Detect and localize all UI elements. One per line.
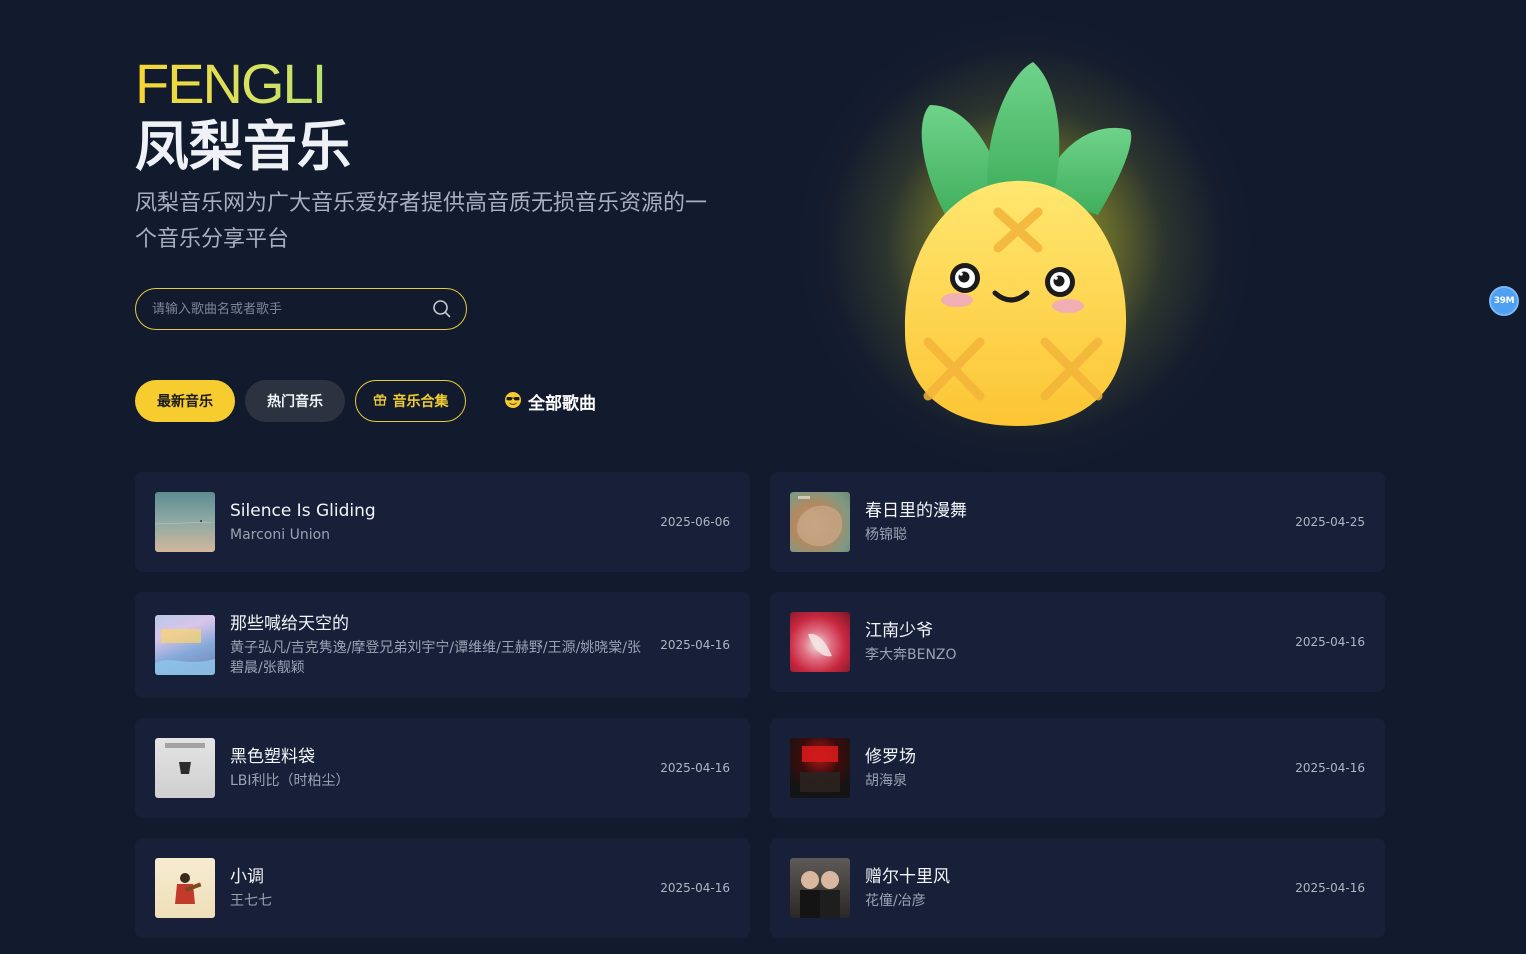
song-artist: 黄子弘凡/吉克隽逸/摩登兄弟刘宇宁/谭维维/王赫野/王源/姚晓棠/张碧晨/张靓颖	[230, 640, 642, 676]
pineapple-mascot	[904, 62, 1132, 426]
song-artist: 王七七	[230, 893, 272, 909]
song-date: 2025-04-16	[660, 761, 730, 775]
site-intro: 凤梨音乐网为广大音乐爱好者提供高音质无损音乐资源的一个音乐分享平台	[135, 191, 708, 252]
song-card[interactable]: 黑色塑料袋 LBI利比（时柏尘） 2025-04-16	[135, 718, 750, 818]
song-card[interactable]: 赠尔十里风 花僮/冶彦 2025-04-16	[770, 838, 1385, 938]
song-date: 2025-04-16	[1295, 881, 1365, 895]
brand-title-cn: 凤梨音乐	[135, 115, 351, 178]
album-cover	[155, 492, 215, 552]
tab-collection-label: 音乐合集	[392, 394, 449, 410]
brand-logo-en: FENGLI	[135, 52, 327, 115]
song-artist: 花僮/冶彦	[865, 893, 926, 909]
song-title: 江南少爷	[865, 621, 933, 641]
gift-icon	[373, 392, 387, 410]
song-date: 2025-04-25	[1295, 515, 1365, 529]
song-artist: 杨锦聪	[865, 527, 907, 543]
song-title: Silence Is Gliding	[230, 501, 376, 521]
song-date: 2025-04-16	[1295, 635, 1365, 649]
song-card[interactable]: 江南少爷 李大奔BENZO 2025-04-16	[770, 592, 1385, 692]
filter-tabs: 最新音乐 热门音乐 音乐合集 全部歌曲	[135, 380, 612, 422]
song-title: 小调	[230, 867, 264, 887]
search-bar	[135, 288, 467, 330]
song-title: 黑色塑料袋	[230, 747, 315, 767]
song-title: 赠尔十里风	[865, 867, 950, 887]
song-artist: Marconi Union	[230, 527, 331, 543]
tab-hot-music[interactable]: 热门音乐	[245, 380, 345, 422]
song-artist: 胡海泉	[865, 773, 907, 789]
song-date: 2025-06-06	[660, 515, 730, 529]
tab-all-songs[interactable]: 全部歌曲	[476, 380, 612, 422]
tab-hot-label: 热门音乐	[267, 394, 323, 410]
album-cover	[155, 858, 215, 918]
song-artist: 李大奔BENZO	[865, 647, 957, 663]
sunglasses-emoji-icon	[504, 391, 522, 412]
song-card[interactable]: 那些喊给天空的 黄子弘凡/吉克隽逸/摩登兄弟刘宇宁/谭维维/王赫野/王源/姚晓棠…	[135, 592, 750, 698]
song-title: 修罗场	[865, 747, 916, 767]
song-card[interactable]: 修罗场 胡海泉 2025-04-16	[770, 718, 1385, 818]
song-card[interactable]: Silence Is Gliding Marconi Union 2025-06…	[135, 472, 750, 572]
page: FENGLI 凤梨音乐 凤梨音乐网为广大音乐爱好者提供高音质无损音乐资源的一个音…	[0, 0, 1526, 954]
tab-music-collection[interactable]: 音乐合集	[355, 380, 466, 422]
tab-latest-music[interactable]: 最新音乐	[135, 380, 235, 422]
album-cover	[790, 612, 850, 672]
song-card[interactable]: 春日里的漫舞 杨锦聪 2025-04-25	[770, 472, 1385, 572]
song-title: 春日里的漫舞	[865, 501, 967, 521]
floating-badge[interactable]: 39M	[1489, 286, 1519, 316]
song-date: 2025-04-16	[660, 638, 730, 652]
song-title: 那些喊给天空的	[230, 614, 349, 634]
song-date: 2025-04-16	[660, 881, 730, 895]
album-cover	[790, 492, 850, 552]
album-cover	[790, 858, 850, 918]
song-date: 2025-04-16	[1295, 761, 1365, 775]
song-artist: LBI利比（时柏尘）	[230, 773, 350, 789]
song-card[interactable]: 小调 王七七 2025-04-16	[135, 838, 750, 938]
album-cover	[155, 738, 215, 798]
tab-all-label: 全部歌曲	[528, 393, 596, 414]
search-icon[interactable]	[432, 299, 452, 319]
album-cover	[790, 738, 850, 798]
tab-latest-label: 最新音乐	[157, 394, 213, 410]
album-cover	[155, 615, 215, 675]
search-input[interactable]	[152, 301, 432, 317]
